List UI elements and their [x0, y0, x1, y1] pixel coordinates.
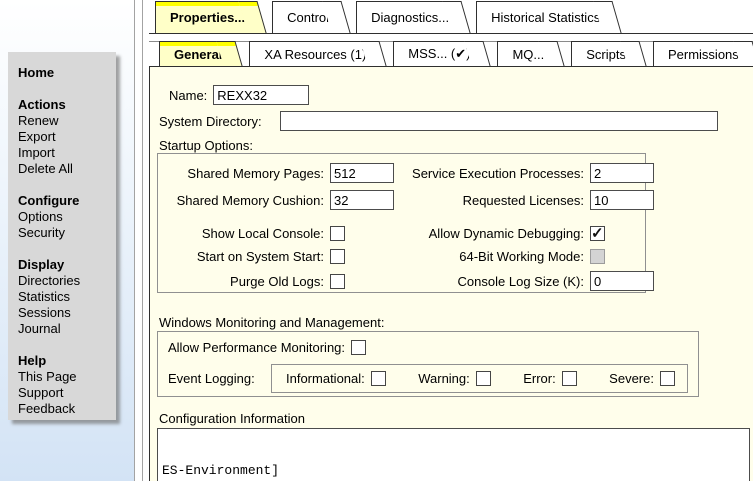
sidebar-section-display: Display Directories Statistics Sessions …	[18, 257, 116, 337]
sidebar-item-journal[interactable]: Journal	[18, 321, 116, 337]
sidebar-section-actions: Actions Renew Export Import Delete All	[18, 97, 116, 177]
sidebar-heading-display: Display	[18, 257, 116, 273]
configuration-information-label: Configuration Information	[159, 411, 305, 426]
purge-old-logs-checkbox[interactable]	[330, 274, 345, 289]
sidebar-item-support[interactable]: Support	[18, 385, 116, 401]
sidebar-heading-configure: Configure	[18, 193, 116, 209]
secondary-tab-bar: General XA Resources (1) MSS... (✔) MQ..…	[149, 41, 753, 66]
name-row: Name:	[169, 85, 309, 105]
shared-memory-pages-input[interactable]	[330, 163, 394, 183]
performance-monitoring-row: Allow Performance Monitoring:	[168, 340, 688, 355]
requested-licenses-input[interactable]	[590, 190, 654, 210]
tab-control[interactable]: Control	[272, 1, 337, 33]
name-label: Name:	[169, 88, 207, 103]
64-bit-working-mode-checkbox	[590, 249, 605, 264]
shared-memory-cushion-label: Shared Memory Cushion:	[162, 193, 330, 208]
sidebar-section-help: Help This Page Support Feedback	[18, 353, 116, 417]
sidebar-item-this-page[interactable]: This Page	[18, 369, 116, 385]
tab-historical-statistics[interactable]: Historical Statistics	[476, 1, 608, 33]
monitoring-groupbox: Allow Performance Monitoring: Event Logg…	[157, 331, 699, 397]
sidebar: Home Actions Renew Export Import Delete …	[8, 52, 116, 420]
console-log-size-label: Console Log Size (K):	[412, 274, 590, 289]
page: Home Actions Renew Export Import Delete …	[0, 0, 753, 481]
divider-line-1	[134, 0, 135, 481]
event-logging-groupbox: Informational: Warning: Error: Severe:	[271, 364, 688, 393]
general-tab-panel: Name: System Directory: Startup Options:…	[149, 66, 753, 481]
windows-monitoring-label: Windows Monitoring and Management:	[159, 315, 384, 330]
sidebar-heading-actions: Actions	[18, 97, 116, 113]
64-bit-working-mode-label: 64-Bit Working Mode:	[412, 249, 590, 264]
sidebar-item-directories[interactable]: Directories	[18, 273, 116, 289]
console-log-size-input[interactable]	[590, 271, 654, 291]
show-local-console-label: Show Local Console:	[162, 226, 330, 241]
configuration-information-textarea[interactable]: ES-Environment] MFTRACE_CONFIG=C:\Users\…	[157, 428, 750, 481]
allow-performance-monitoring-checkbox[interactable]	[351, 340, 366, 355]
sidebar-item-statistics[interactable]: Statistics	[18, 289, 116, 305]
shared-memory-pages-label: Shared Memory Pages:	[162, 166, 330, 181]
error-checkbox[interactable]	[562, 371, 577, 386]
startup-options-groupbox: Shared Memory Pages: Service Execution P…	[157, 153, 646, 293]
event-logging-row: Event Logging: Informational: Warning: E…	[168, 364, 688, 393]
warning-label: Warning:	[418, 371, 470, 386]
startup-options-label: Startup Options:	[159, 138, 253, 153]
sidebar-item-sessions[interactable]: Sessions	[18, 305, 116, 321]
service-execution-processes-label: Service Execution Processes:	[412, 166, 590, 181]
system-directory-input[interactable]	[280, 111, 718, 131]
tab-mss[interactable]: MSS... (✔)	[393, 41, 478, 66]
service-execution-processes-input[interactable]	[590, 163, 654, 183]
start-on-system-start-label: Start on System Start:	[162, 249, 330, 264]
tab-mq[interactable]: MQ...	[497, 41, 552, 66]
config-line-1: ES-Environment]	[162, 463, 745, 479]
tab-general[interactable]: General	[159, 41, 230, 66]
sidebar-section-home: Home	[18, 65, 116, 81]
requested-licenses-label: Requested Licenses:	[412, 193, 590, 208]
event-logging-label: Event Logging:	[168, 371, 271, 386]
informational-label: Informational:	[286, 371, 365, 386]
allow-dynamic-debugging-checkbox[interactable]	[590, 226, 605, 241]
sidebar-item-renew[interactable]: Renew	[18, 113, 116, 129]
error-label: Error:	[523, 371, 556, 386]
allow-performance-monitoring-label: Allow Performance Monitoring:	[168, 340, 345, 355]
system-directory-label: System Directory:	[159, 114, 262, 129]
start-on-system-start-checkbox[interactable]	[330, 249, 345, 264]
purge-old-logs-label: Purge Old Logs:	[162, 274, 330, 289]
tab-permissions[interactable]: Permissions	[653, 41, 747, 66]
shared-memory-cushion-input[interactable]	[330, 190, 394, 210]
severe-checkbox[interactable]	[660, 371, 675, 386]
sidebar-section-configure: Configure Options Security	[18, 193, 116, 241]
sidebar-heading-help: Help	[18, 353, 116, 369]
tab-scripts[interactable]: Scripts	[571, 41, 634, 66]
informational-checkbox[interactable]	[371, 371, 386, 386]
sidebar-item-home[interactable]: Home	[18, 65, 116, 81]
sidebar-item-export[interactable]: Export	[18, 129, 116, 145]
sidebar-item-feedback[interactable]: Feedback	[18, 401, 116, 417]
severe-label: Severe:	[609, 371, 654, 386]
tab-properties[interactable]: Properties...	[155, 1, 253, 33]
name-input[interactable]	[213, 85, 309, 105]
primary-tab-bar: Properties... Control Diagnostics... His…	[149, 0, 753, 34]
sidebar-item-delete-all[interactable]: Delete All	[18, 161, 116, 177]
allow-dynamic-debugging-label: Allow Dynamic Debugging:	[412, 226, 590, 241]
tab-xa-resources[interactable]: XA Resources (1)	[249, 41, 374, 66]
sidebar-item-import[interactable]: Import	[18, 145, 116, 161]
sidebar-item-security[interactable]: Security	[18, 225, 116, 241]
sidebar-item-options[interactable]: Options	[18, 209, 116, 225]
warning-checkbox[interactable]	[476, 371, 491, 386]
show-local-console-checkbox[interactable]	[330, 226, 345, 241]
tab-diagnostics[interactable]: Diagnostics...	[356, 1, 457, 33]
system-directory-row: System Directory:	[159, 111, 718, 131]
divider-line-2	[142, 0, 143, 481]
